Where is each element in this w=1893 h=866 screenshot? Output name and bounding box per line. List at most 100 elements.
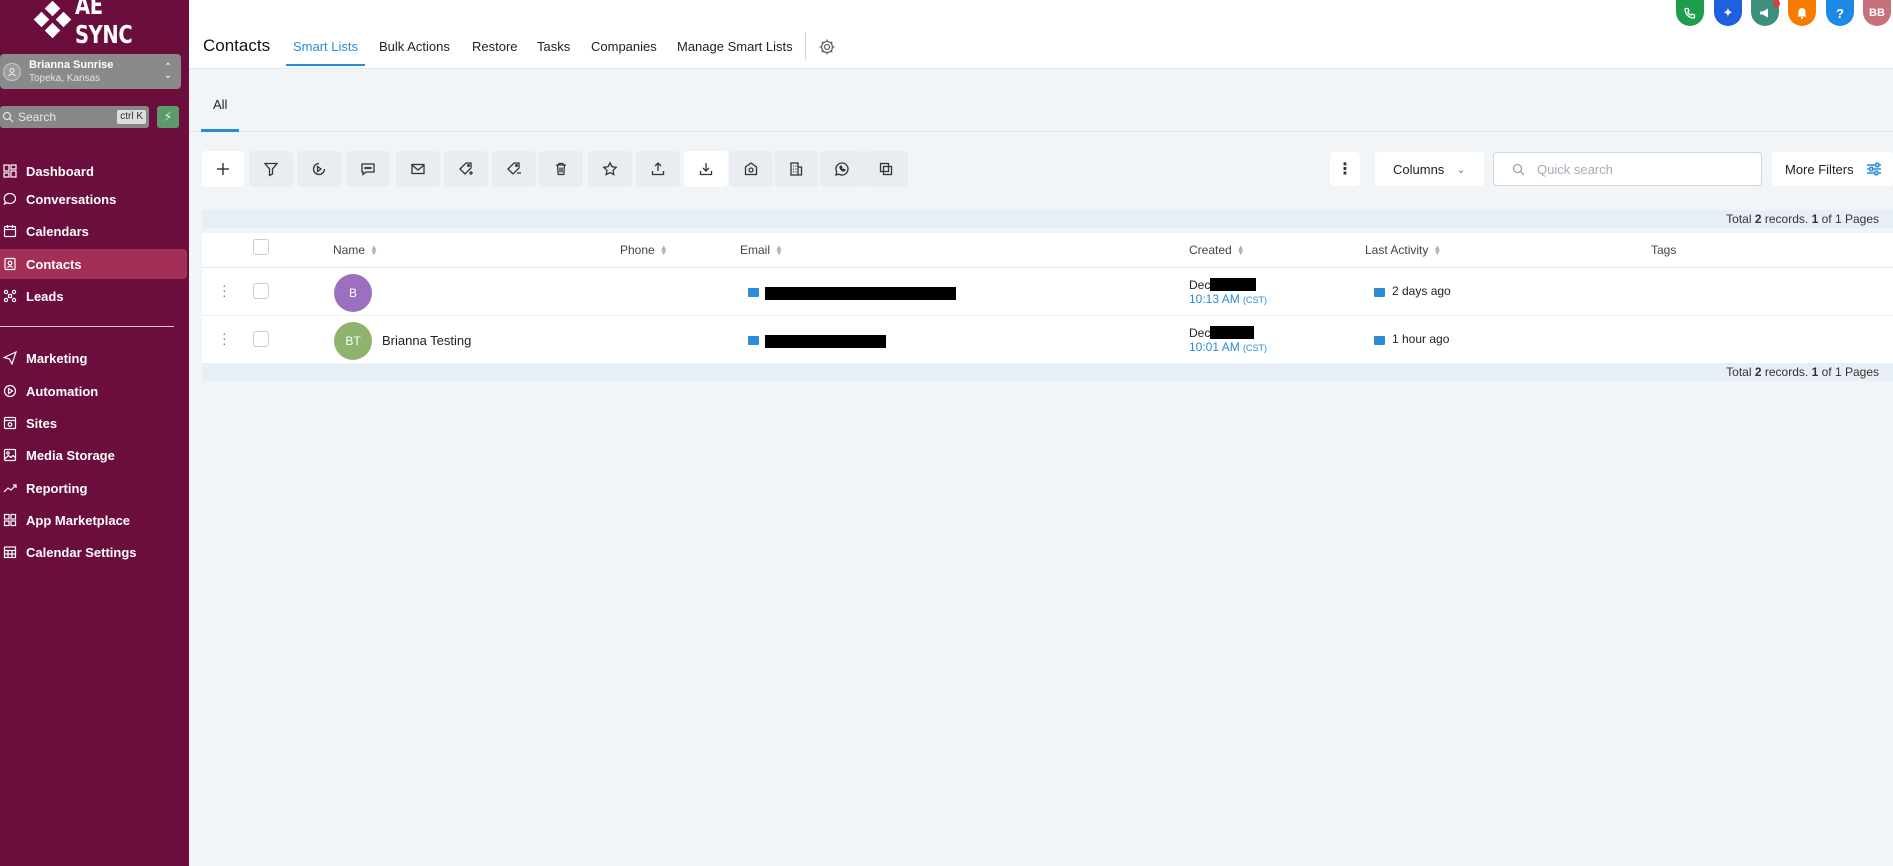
star-icon [602, 161, 618, 176]
quick-search-input[interactable] [1537, 161, 1737, 177]
user-avatar[interactable]: BB [1863, 0, 1891, 26]
created-date: Dec [1189, 278, 1211, 292]
timezone: (CST) [1243, 343, 1268, 353]
redacted-email[interactable] [765, 335, 886, 348]
chevron-down-icon: ⌄ [1456, 163, 1466, 176]
sidebar-item-automation[interactable]: Automation [0, 376, 189, 406]
building-icon [790, 162, 803, 176]
filter-button[interactable] [249, 151, 293, 187]
tab-manage-smart-lists[interactable]: Manage Smart Lists [677, 39, 793, 54]
app-logo[interactable]: AE SYNC [33, 0, 189, 49]
export-button[interactable] [684, 151, 728, 187]
table-row[interactable]: · · · BT Brianna Testing Dec 10:01 AM (CST… [202, 316, 1893, 364]
import-button[interactable] [636, 151, 680, 187]
favorite-button[interactable] [588, 151, 632, 187]
column-header-last-activity[interactable]: Last Activity ▲ ▼ [1365, 243, 1441, 257]
quick-action-bolt-icon[interactable]: ⚡ [157, 106, 179, 128]
download-icon [699, 163, 713, 176]
column-header-phone[interactable]: Phone ▲ ▼ [620, 243, 668, 257]
add-company-button[interactable] [774, 151, 818, 187]
tag-minus-icon [507, 162, 521, 175]
phone-icon[interactable] [1676, 0, 1704, 26]
timezone: (CST) [1243, 295, 1268, 305]
upload-icon [651, 162, 665, 176]
sidebar-item-contacts[interactable]: Contacts [0, 249, 187, 279]
sidebar-item-reporting[interactable]: Reporting [0, 473, 189, 503]
sort-icon: ▲ ▼ [775, 243, 783, 257]
table-row[interactable]: · · · B Dec 10:13 AM (CST) 2 days ago [202, 268, 1893, 316]
page-title: Contacts [203, 36, 271, 55]
tab-separator [805, 32, 806, 60]
sidebar-item-app-marketplace[interactable]: App Marketplace [0, 505, 189, 535]
bell-icon[interactable] [1788, 0, 1816, 26]
top-bar: Contacts Smart Lists Bulk Actions Restor… [189, 0, 1893, 69]
contacts-icon [0, 257, 20, 271]
columns-label: Columns [1393, 161, 1445, 177]
row-menu-kebab-icon[interactable]: · · · [222, 278, 227, 302]
sidebar-item-calendar-settings[interactable]: Calendar Settings [0, 537, 189, 567]
column-header-created[interactable]: Created ▲ ▼ [1189, 243, 1245, 257]
select-all-checkbox[interactable] [253, 239, 269, 255]
email-button[interactable] [396, 151, 440, 187]
dashboard-icon [0, 164, 20, 178]
sidebar-item-calendars[interactable]: Calendars [0, 216, 189, 246]
workflow-button[interactable] [297, 151, 341, 187]
chat-icon [0, 192, 20, 206]
redacted-email[interactable] [765, 287, 956, 300]
remove-tag-button[interactable] [492, 151, 536, 187]
email-icon [1374, 336, 1385, 345]
account-name: Brianna Sunrise [29, 58, 114, 71]
smart-list-tab-indicator [201, 129, 239, 132]
row-checkbox[interactable] [253, 283, 269, 299]
column-header-name[interactable]: Name ▲ ▼ [333, 243, 378, 257]
merge-button[interactable] [864, 151, 908, 187]
sidebar-search[interactable]: Search ctrl K [0, 106, 149, 128]
chevron-up-down-icon: ⌃ ⌄ [163, 61, 173, 81]
gear-icon[interactable] [818, 38, 836, 56]
more-filters-button[interactable]: More Filters [1772, 152, 1893, 186]
smart-list-tab-all[interactable]: All [213, 97, 227, 112]
sidebar-item-media-storage[interactable]: Media Storage [0, 440, 189, 470]
search-icon [1512, 163, 1525, 175]
row-menu-kebab-icon[interactable]: · · · [222, 326, 227, 350]
plus-icon [217, 163, 229, 175]
add-contact-button[interactable] [202, 151, 244, 187]
sms-button[interactable] [346, 151, 390, 187]
tab-smart-lists[interactable]: Smart Lists [293, 39, 358, 54]
help-icon[interactable]: ? [1826, 0, 1854, 26]
sidebar-item-dashboard[interactable]: Dashboard [0, 156, 189, 186]
columns-dropdown[interactable]: Columns ⌄ [1375, 152, 1484, 186]
add-tag-button[interactable] [444, 151, 488, 187]
sidebar-item-conversations[interactable]: Conversations [0, 184, 189, 214]
sidebar-item-leads[interactable]: Leads [0, 281, 189, 311]
more-options-kebab-icon[interactable]: ⋮ [1330, 152, 1360, 186]
whatsapp-button[interactable] [820, 151, 864, 187]
column-header-email[interactable]: Email ▲ ▼ [740, 243, 783, 257]
mail-icon [411, 163, 425, 175]
sidebar-item-sites[interactable]: Sites [0, 408, 189, 438]
sites-icon [0, 416, 20, 430]
whatsapp-icon [835, 162, 849, 176]
account-switcher[interactable]: Brianna Sunrise Topeka, Kansas ⌃ ⌄ [0, 54, 181, 89]
sort-icon: ▲ ▼ [370, 243, 378, 257]
sort-icon: ▲ ▼ [659, 243, 668, 257]
contact-name[interactable]: Brianna Testing [382, 333, 471, 348]
copy-icon [879, 162, 893, 176]
sparkle-icon[interactable]: ✦ [1714, 0, 1742, 26]
sort-icon: ▲ ▼ [1433, 243, 1442, 257]
filter-icon [263, 162, 279, 177]
contacts-table: Name ▲ ▼ Phone ▲ ▼ Email ▲ ▼ Created ▲ ▼ Last Ac… [202, 233, 1893, 364]
avatar[interactable]: B [334, 274, 372, 312]
logo-mark-icon [33, 0, 72, 39]
review-request-button[interactable] [729, 151, 773, 187]
tab-restore[interactable]: Restore [472, 39, 518, 54]
records-summary-top: Total 2 records. 1 of 1 Pages [202, 210, 1893, 228]
tab-bulk-actions[interactable]: Bulk Actions [379, 39, 450, 54]
tab-tasks[interactable]: Tasks [537, 39, 570, 54]
sidebar-item-marketing[interactable]: Marketing [0, 343, 189, 373]
delete-button[interactable] [539, 151, 583, 187]
row-checkbox[interactable] [253, 331, 269, 347]
tab-companies[interactable]: Companies [591, 39, 657, 54]
avatar[interactable]: BT [334, 322, 372, 360]
quick-search[interactable] [1493, 152, 1762, 186]
